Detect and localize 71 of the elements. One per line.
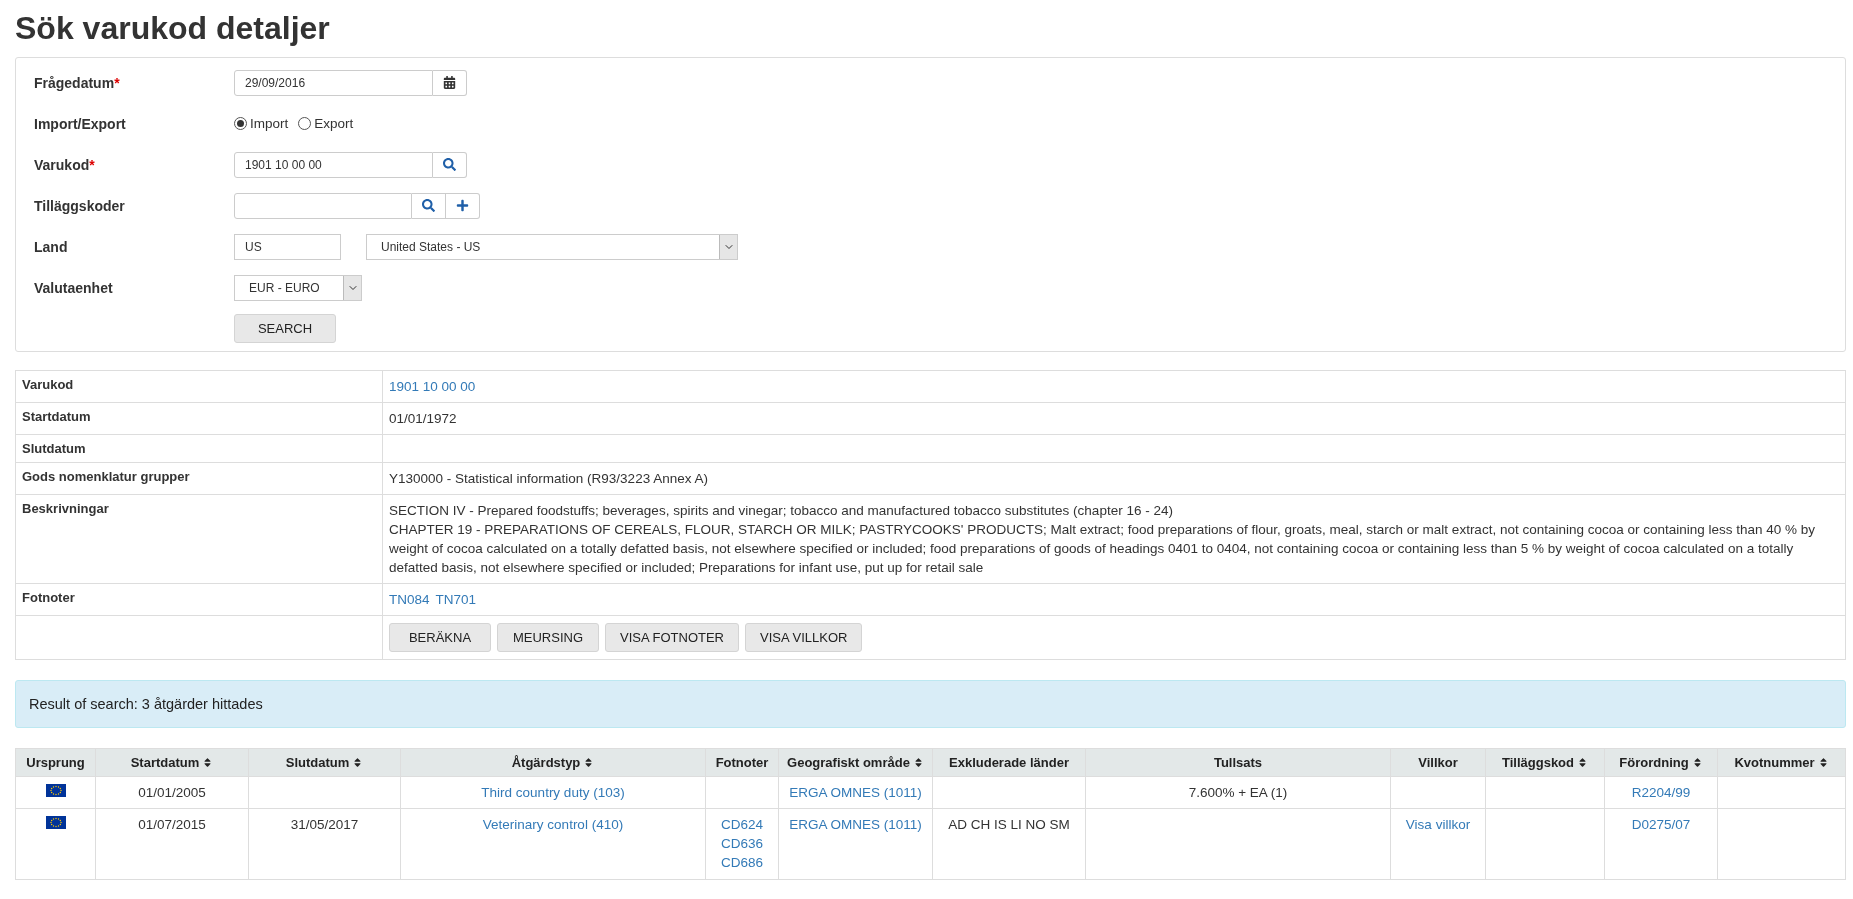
country-select[interactable]: United States - US (366, 233, 738, 260)
table-link[interactable]: ERGA OMNES (1011) (789, 817, 922, 832)
action-button[interactable]: VISA FOTNOTER (605, 623, 739, 652)
required-mark: * (114, 74, 120, 91)
table-cell-text: AD CH IS LI NO SM (948, 817, 1070, 832)
footnote-link[interactable]: CD686 (721, 853, 763, 872)
field-label: Import/Export (34, 115, 127, 132)
field-label: Frågedatum* (34, 74, 121, 91)
table-link[interactable]: Visa villkor (1405, 817, 1471, 832)
radio-option[interactable]: Import (234, 116, 289, 131)
detail-label: Fotnoter (22, 590, 75, 605)
detail-value: Y130000 - Statistical information (R93/3223 Annex A) (389, 471, 708, 486)
detail-label: Beskrivningar (22, 501, 109, 516)
column-header[interactable]: Åtgärdstyp (400, 748, 706, 777)
column-header: Villkor (1390, 748, 1486, 777)
plus-icon (456, 199, 469, 212)
column-header[interactable]: Startdatum (95, 748, 249, 777)
date-field[interactable]: 29/09/2016 (234, 69, 433, 96)
additional-code-field[interactable] (234, 192, 412, 219)
field-label: Tilläggskoder (34, 197, 126, 214)
search-icon (443, 158, 456, 171)
footnote-link[interactable]: CD624 (721, 815, 763, 834)
eu-flag-icon (45, 816, 66, 829)
field-label: Varukod* (34, 156, 96, 173)
footnote-link[interactable]: CD636 (721, 834, 763, 853)
action-button[interactable]: BERÄKNA (389, 623, 491, 652)
description-paragraph: CHAPTER 19 - PREPARATIONS OF CEREALS, FLOUR, STARCH OR MILK; PASTRYCOOKS' PRODUCTS; Malt extract; food preparations of flour, groats, meal, starch or malt extract, not containing cocoa or containing less than 40 % by weight of cocoa calculated on a totally defatted basis, not elsewhere specified or included; food preparations of goods of headings 0401 to 0404, not containing cocoa or containing less than 5 % by weight of cocoa calculated on a totally defatted basis, not elsewhere specified or included; Preparations for infant use, put up for retail sale (389, 521, 1817, 577)
table-cell-text: 31/05/2017 (290, 817, 359, 832)
search-submit-button[interactable]: SEARCH (234, 314, 336, 343)
description-paragraph: SECTION IV - Prepared foodstuffs; beverages, spirits and vinegar; tobacco and manufactured tobacco substitutes (chapter 16 - 24) (389, 502, 1174, 520)
action-button[interactable]: VISA VILLKOR (745, 623, 863, 652)
table-link[interactable]: Veterinary control (410) (482, 817, 624, 832)
result-message: Result of search: 3 åtgärder hittades (15, 680, 1846, 728)
column-header[interactable]: Slutdatum (248, 748, 401, 777)
detail-label: Varukod (22, 377, 74, 392)
table-cell-text: 01/01/2005 (138, 785, 206, 800)
table-cell-text: 7.600% + EA (1) (1188, 785, 1288, 800)
footnote-link[interactable]: TN084 (389, 590, 430, 609)
column-header: Ursprung (15, 748, 96, 777)
footnote-link[interactable]: TN701 (435, 590, 477, 609)
table-cell-text: 01/07/2015 (138, 817, 206, 832)
calendar-icon (443, 76, 456, 89)
column-header: Tullsats (1085, 748, 1391, 777)
code-field[interactable]: 1901 10 00 00 (234, 151, 433, 178)
currency-select[interactable]: EUR - EURO (234, 274, 362, 301)
detail-value: 01/01/1972 (389, 411, 457, 426)
add-button[interactable] (446, 192, 480, 219)
column-header[interactable]: Tilläggskod (1485, 748, 1605, 777)
radio-option[interactable]: Export (298, 116, 354, 131)
column-header[interactable]: Kvotnummer (1717, 748, 1846, 777)
required-mark: * (89, 156, 95, 173)
column-header[interactable]: Geografiskt område (778, 748, 933, 777)
column-header: Exkluderade länder (932, 748, 1086, 777)
field-label: Land (34, 238, 69, 255)
code-link[interactable]: 1901 10 00 00 (389, 379, 476, 394)
page-title: Sök varukod detaljer (15, 10, 331, 47)
detail-label: Gods nomenklatur grupper (22, 469, 190, 484)
search-icon (422, 199, 435, 212)
detail-label: Startdatum (22, 409, 91, 424)
table-link[interactable]: D0275/07 (1631, 817, 1691, 832)
calendar-button[interactable] (433, 69, 467, 96)
action-button[interactable]: MEURSING (497, 623, 599, 652)
sort-icon (1577, 757, 1588, 768)
column-header: Fotnoter (705, 748, 779, 777)
detail-label: Slutdatum (22, 441, 86, 456)
search-button[interactable] (433, 151, 467, 178)
eu-flag-icon (45, 784, 66, 797)
search-button[interactable] (412, 192, 446, 219)
column-header[interactable]: Förordning (1604, 748, 1718, 777)
field-label: Valutaenhet (34, 279, 114, 296)
country-code-field[interactable]: US (234, 233, 341, 260)
